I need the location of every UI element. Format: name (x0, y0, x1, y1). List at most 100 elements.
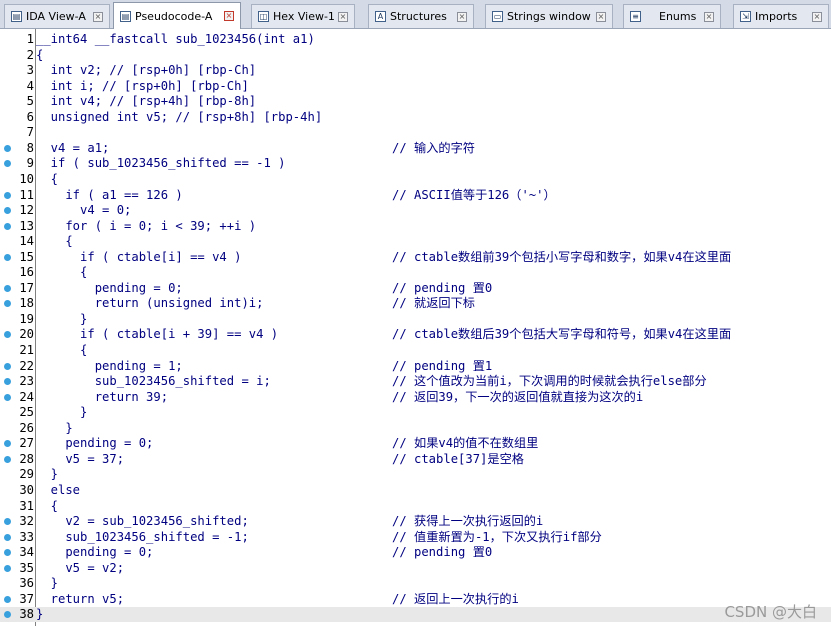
code-line[interactable]: 10 { (0, 172, 831, 187)
code-text: } (36, 607, 44, 622)
code-line[interactable]: 38} (0, 607, 831, 623)
breakpoint-dot-icon[interactable] (4, 393, 11, 401)
code-line[interactable]: 17 pending = 0; // pending 置0 (0, 281, 831, 296)
code-line[interactable]: 25 } (0, 405, 831, 420)
breakpoint-dot-icon[interactable] (4, 564, 11, 572)
breakpoint-dot-icon[interactable] (4, 362, 11, 370)
code-line[interactable]: 26 } (0, 421, 831, 436)
code-line[interactable]: 19 } (0, 312, 831, 327)
line-number: 1 (26, 32, 34, 46)
code-line[interactable]: 33 sub_1023456_shifted = -1; // 值重新置为-1，下… (0, 530, 831, 545)
code-line[interactable]: 31 { (0, 499, 831, 514)
code-text: pending = 1; (36, 358, 183, 373)
code-text: } (36, 405, 88, 420)
code-text: sub_1023456_shifted = -1; (36, 529, 249, 544)
breakpoint-dot-icon[interactable] (4, 191, 11, 199)
code-line[interactable]: 12 v4 = 0; (0, 203, 831, 218)
tab-structures[interactable]: A Structures × (368, 4, 474, 28)
tab-bar: ▤ IDA View-A × ▤ Pseudocode-A × ◫ Hex Vi… (0, 0, 831, 29)
structures-icon: A (375, 11, 386, 22)
code-text: { (36, 265, 88, 280)
line-number: 32 (19, 514, 34, 529)
code-line[interactable]: 5 int v4; // [rsp+4h] [rbp-8h] (0, 94, 831, 109)
code-line[interactable]: 34 pending = 0; // pending 置0 (0, 545, 831, 560)
breakpoint-dot-icon[interactable] (4, 222, 11, 230)
code-line[interactable]: 37 return v5; // 返回上一次执行的i (0, 592, 831, 607)
close-icon[interactable]: × (596, 11, 606, 22)
code-line[interactable]: 3 int v2; // [rsp+0h] [rbp-Ch] (0, 63, 831, 78)
pseudocode-editor[interactable]: 1 __int64 __fastcall sub_1023456(int a1) 2… (0, 29, 831, 626)
tab-pseudocode[interactable]: ▤ Pseudocode-A × (113, 2, 241, 29)
line-number: 24 (19, 389, 34, 404)
breakpoint-dot-icon[interactable] (4, 284, 11, 292)
code-line[interactable]: 14 { (0, 234, 831, 249)
hex-view-icon: ◫ (258, 11, 269, 22)
line-number: 9 (26, 156, 34, 171)
code-line[interactable]: 27 pending = 0; // 如果v4的值不在数组里 (0, 436, 831, 451)
code-text: { (36, 171, 59, 186)
line-number: 21 (19, 343, 34, 357)
close-icon[interactable]: × (457, 11, 467, 22)
code-line[interactable]: 22 pending = 1; // pending 置1 (0, 359, 831, 374)
code-line[interactable]: 36 } (0, 576, 831, 591)
tab-ida-view[interactable]: ▤ IDA View-A × (4, 4, 110, 28)
code-line[interactable]: 7 (0, 125, 831, 140)
breakpoint-dot-icon[interactable] (4, 300, 11, 308)
breakpoint-dot-icon[interactable] (4, 595, 11, 603)
code-text: return (unsigned int)i; (36, 296, 264, 311)
code-line[interactable]: 20 if ( ctable[i + 39] == v4 ) // ctable数… (0, 327, 831, 342)
tab-hex-view[interactable]: ◫ Hex View-1 × (251, 4, 355, 28)
code-text: { (36, 47, 44, 62)
close-icon[interactable]: × (812, 11, 822, 22)
code-line[interactable]: 15 if ( ctable[i] == v4 ) // ctable数组前39个… (0, 250, 831, 265)
code-text: sub_1023456_shifted = i; (36, 374, 271, 389)
code-line[interactable]: 30 else (0, 483, 831, 498)
breakpoint-dot-icon[interactable] (4, 549, 11, 557)
code-line[interactable]: 35 v5 = v2; (0, 561, 831, 576)
breakpoint-dot-icon[interactable] (4, 455, 11, 463)
breakpoint-dot-icon[interactable] (4, 518, 11, 526)
breakpoint-dot-icon[interactable] (4, 533, 11, 541)
close-icon[interactable]: × (704, 11, 714, 22)
close-icon[interactable]: × (338, 11, 348, 22)
code-text: v5 = 37; (36, 451, 125, 466)
tab-enums[interactable]: ≡ Enums × (623, 4, 721, 28)
tab-imports[interactable]: ⇲ Imports × (733, 4, 829, 28)
code-line[interactable]: 11 if ( a1 == 126 ) // ASCII值等于126（'~'） (0, 188, 831, 203)
code-comment: // pending 置1 (392, 358, 493, 373)
code-line[interactable]: 9 if ( sub_1023456_shifted == -1 ) (0, 156, 831, 171)
code-line[interactable]: 21 { (0, 343, 831, 358)
line-number: 22 (19, 358, 34, 373)
breakpoint-dot-icon[interactable] (4, 331, 11, 339)
breakpoint-dot-icon[interactable] (4, 440, 11, 448)
line-number: 31 (19, 498, 34, 513)
breakpoint-dot-icon[interactable] (4, 253, 11, 261)
ida-view-icon: ▤ (11, 11, 22, 22)
code-text: if ( ctable[i + 39] == v4 ) (36, 327, 279, 342)
code-line[interactable]: 28 v5 = 37; // ctable[37]是空格 (0, 452, 831, 467)
close-icon[interactable]: × (93, 11, 103, 22)
code-line[interactable]: 6 unsigned int v5; // [rsp+8h] [rbp-4h] (0, 110, 831, 125)
tab-strings-window[interactable]: ▭ Strings window × (485, 4, 613, 28)
code-line[interactable]: 1 __int64 __fastcall sub_1023456(int a1) (0, 32, 831, 47)
close-icon[interactable]: × (224, 11, 234, 21)
code-line[interactable]: 18 return (unsigned int)i; // 就返回下标 (0, 296, 831, 311)
breakpoint-dot-icon[interactable] (4, 378, 11, 386)
breakpoint-dot-icon[interactable] (4, 207, 11, 215)
breakpoint-dot-icon[interactable] (4, 160, 11, 168)
line-number: 37 (19, 591, 34, 606)
code-line[interactable]: 32 v2 = sub_1023456_shifted; // 获得上一次执行返回… (0, 514, 831, 529)
code-line[interactable]: 2{ (0, 48, 831, 63)
code-line[interactable]: 24 return 39; // 返回39，下一次的返回值就直接为这次的i (0, 390, 831, 405)
code-line[interactable]: 8 v4 = a1; // 输入的字符 (0, 141, 831, 156)
code-text: int v2; // [rsp+0h] [rbp-Ch] (36, 63, 257, 78)
code-line[interactable]: 29 } (0, 467, 831, 482)
code-line[interactable]: 13 for ( i = 0; i < 39; ++i ) (0, 219, 831, 234)
code-line[interactable]: 23 sub_1023456_shifted = i; // 这个值改为当前i，下… (0, 374, 831, 389)
breakpoint-dot-icon[interactable] (4, 144, 11, 152)
code-text: return v5; (36, 591, 125, 606)
code-line[interactable]: 16 { (0, 265, 831, 280)
code-line[interactable]: 4 int i; // [rsp+0h] [rbp-Ch] (0, 79, 831, 94)
code-text: { (36, 343, 88, 357)
breakpoint-dot-icon[interactable] (4, 611, 11, 619)
